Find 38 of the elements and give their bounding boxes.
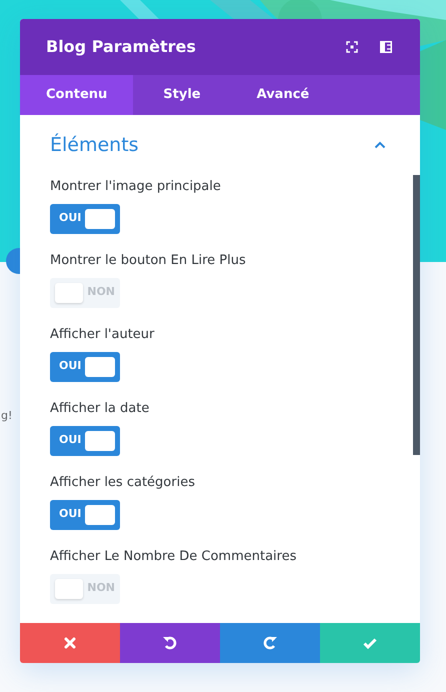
undo-button[interactable] (120, 623, 220, 663)
setting-label: Montrer l'image principale (50, 178, 222, 196)
setting-label: Afficher les catégories (50, 474, 196, 492)
toggle-switch[interactable]: OUI (50, 352, 120, 382)
tab[interactable]: Contenu (20, 75, 134, 115)
save-button[interactable] (320, 623, 420, 663)
toggle-text: OUI (59, 210, 82, 226)
sidebar-icon[interactable] (380, 41, 392, 53)
setting-label: Afficher l'auteur (50, 326, 156, 344)
redo-icon (262, 635, 278, 651)
close-icon (64, 637, 76, 649)
redo-button[interactable] (220, 623, 320, 663)
toggle-switch[interactable]: OUI (50, 426, 120, 456)
toggle-knob (55, 282, 84, 302)
toggle-knob (85, 356, 115, 376)
toggle-switch[interactable]: OUI (50, 500, 120, 530)
setting-label: Afficher Le Nombre De Commentaires (50, 548, 298, 566)
toggle-text: OUI (59, 358, 82, 374)
chevron-icon[interactable] (374, 141, 386, 150)
toggle-knob (85, 208, 115, 228)
section-title: Éléments (50, 132, 139, 158)
toggle-text: OUI (59, 432, 82, 448)
undo-icon (162, 635, 178, 651)
toggle-knob (85, 504, 115, 524)
window-title: Blog Paramètres (46, 36, 197, 58)
toggle-switch[interactable]: OUI (50, 204, 120, 234)
setting-label: Montrer le bouton En Lire Plus (50, 252, 247, 270)
expand-icon[interactable] (346, 41, 358, 53)
toggle-text: OUI (59, 506, 82, 522)
toggle-knob (85, 430, 115, 450)
scrollbar[interactable] (413, 175, 420, 455)
setting-label: Afficher la date (50, 400, 150, 418)
toggle-knob (55, 578, 84, 598)
check-icon (363, 638, 377, 648)
page-text: g! (1, 408, 12, 424)
cancel-button[interactable] (20, 623, 120, 663)
tab[interactable]: Style (137, 75, 227, 115)
tab[interactable]: Avancé (230, 75, 336, 115)
